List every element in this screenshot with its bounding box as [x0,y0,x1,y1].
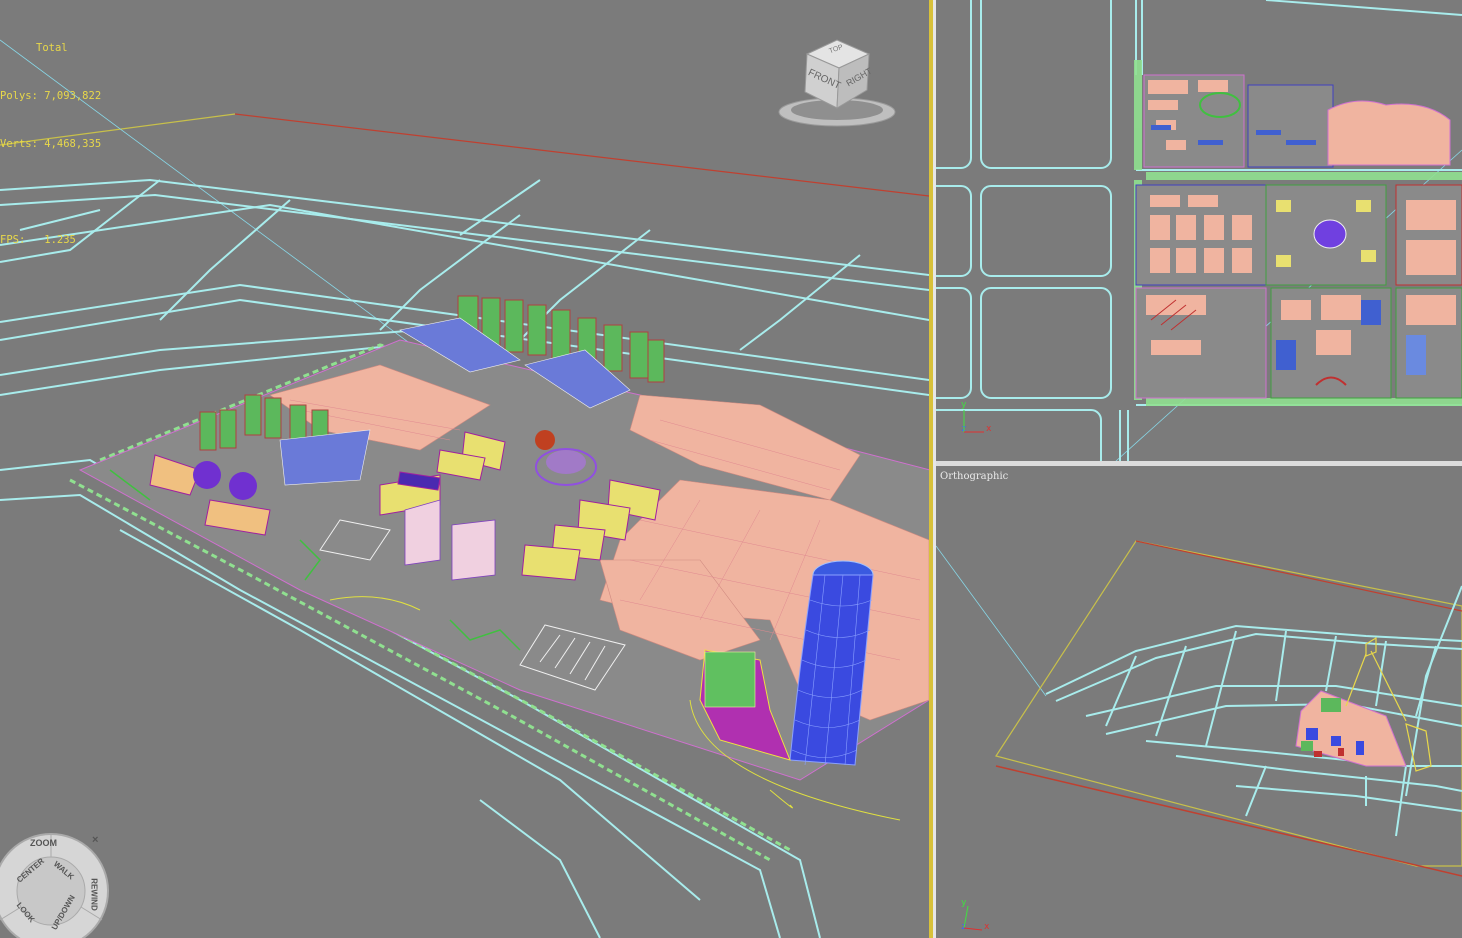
steer-close[interactable]: × [92,834,98,846]
steer-zoom[interactable]: ZOOM [30,838,57,848]
stats-polys: Polys: 7,093,822 [0,90,102,102]
ortho-axis-tripod [963,905,983,931]
steer-rewind[interactable]: REWIND [90,878,99,910]
stats-fps: FPS: 1.235 [0,234,76,246]
steering-wheel[interactable]: ZOOM × CENTER WALK REWIND LOOK UP/DOWN [0,832,110,938]
orthographic-viewport[interactable]: Orthographic y x [936,466,1462,938]
perspective-scene [0,39,929,938]
stats-verts: Verts: 4,468,335 [0,138,102,150]
viewcube[interactable]: TOP FRONT RIGHT [775,32,900,132]
ortho-scene [936,540,1462,877]
stats-overlay: Total Polys: 7,093,822 Verts: 4,468,335 … [0,8,101,280]
stats-total: Total [36,42,68,54]
perspective-viewport[interactable]: Total Polys: 7,093,822 Verts: 4,468,335 … [0,0,929,938]
top-scene [936,0,1462,461]
top-axis-tripod [963,410,984,433]
top-viewport[interactable]: y z x [936,0,1462,461]
